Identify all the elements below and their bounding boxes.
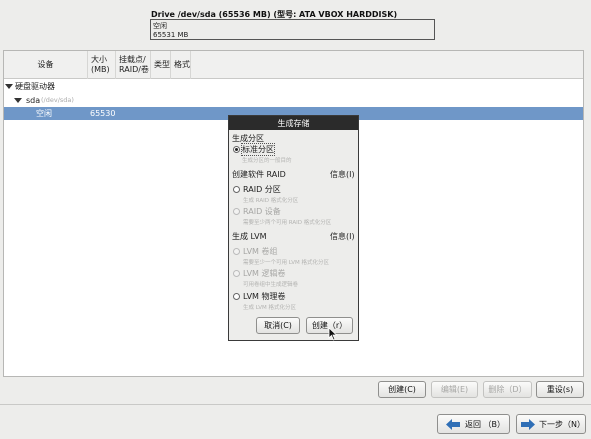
radio-standard-partition[interactable] bbox=[233, 146, 240, 153]
section-create-partition: 生成分区 bbox=[232, 134, 264, 143]
lvm-volume-group-hint: 需要至少一个可用 LVM 格式化分区 bbox=[243, 260, 329, 266]
standard-partition-hint: 生成分区的一般目的 bbox=[242, 158, 292, 164]
col-type[interactable]: 类型 bbox=[151, 51, 171, 79]
col-format[interactable]: 格式 bbox=[171, 51, 191, 79]
radio-lvm-volume-group[interactable] bbox=[233, 248, 240, 255]
table-row-disk[interactable]: sda (/dev/sda) bbox=[4, 94, 583, 107]
drive-header: Drive /dev/sda (65536 MB) (型号: ATA VBOX … bbox=[0, 0, 591, 47]
back-button-label: 返回 （B） bbox=[465, 419, 506, 429]
radio-lvm-logical-volume[interactable] bbox=[233, 270, 240, 277]
free-size: 65530 bbox=[90, 109, 116, 118]
dialog-cancel-button[interactable]: 取消(C) bbox=[256, 317, 300, 334]
separator bbox=[0, 404, 591, 405]
lvm-logical-volume-hint: 可用卷组中生成逻辑卷 bbox=[243, 282, 299, 288]
reset-button[interactable]: 重设(s) bbox=[536, 381, 584, 398]
raid-info-button[interactable]: 信息(I) bbox=[330, 169, 355, 180]
group-label: 硬盘驱动器 bbox=[15, 82, 55, 91]
radio-raid-partition[interactable] bbox=[233, 186, 240, 193]
edit-button[interactable]: 编辑(E) bbox=[431, 381, 478, 398]
lvm-physical-volume-hint: 生成 LVM 格式化分区 bbox=[243, 305, 296, 311]
next-button-label: 下一步（N） bbox=[539, 419, 585, 429]
create-button[interactable]: 创建(C) bbox=[378, 381, 426, 398]
table-row-group[interactable]: 硬盘驱动器 bbox=[4, 80, 583, 93]
create-storage-dialog: 生成存储 生成分区 标准分区 生成分区的一般目的 创建软件 RAID 信息(I)… bbox=[228, 115, 359, 341]
disk-path: (/dev/sda) bbox=[41, 96, 74, 104]
raid-partition-label[interactable]: RAID 分区 bbox=[243, 184, 281, 195]
section-software-raid: 创建软件 RAID bbox=[232, 170, 286, 179]
radio-raid-device[interactable] bbox=[233, 208, 240, 215]
disk-name: sda bbox=[26, 96, 41, 105]
lvm-physical-volume-label[interactable]: LVM 物理卷 bbox=[243, 291, 286, 302]
table-header: 设备 大小 (MB) 挂载点/ RAID/卷 类型 格式 bbox=[4, 51, 583, 79]
mouse-cursor-icon bbox=[328, 327, 338, 341]
expander-icon[interactable] bbox=[5, 84, 13, 89]
next-button[interactable]: 下一步（N） bbox=[516, 414, 586, 434]
lvm-volume-group-label[interactable]: LVM 卷组 bbox=[243, 246, 278, 257]
lvm-logical-volume-label[interactable]: LVM 逻辑卷 bbox=[243, 268, 286, 279]
drive-segment-label: 空闲 bbox=[153, 22, 167, 30]
raid-device-label[interactable]: RAID 设备 bbox=[243, 206, 281, 217]
back-button[interactable]: 返回 （B） bbox=[437, 414, 510, 434]
expander-icon[interactable] bbox=[14, 98, 22, 103]
col-size[interactable]: 大小 (MB) bbox=[88, 51, 116, 79]
free-label: 空闲 bbox=[36, 109, 52, 118]
section-lvm: 生成 LVM bbox=[232, 232, 267, 241]
delete-button[interactable]: 删除（D） bbox=[483, 381, 532, 398]
lvm-info-button[interactable]: 信息(I) bbox=[330, 231, 355, 242]
next-arrow-icon bbox=[521, 418, 535, 430]
col-mount[interactable]: 挂载点/ RAID/卷 bbox=[116, 51, 151, 79]
col-device[interactable]: 设备 bbox=[4, 51, 88, 79]
drive-usage-bar[interactable]: 空闲 65531 MB bbox=[150, 19, 435, 40]
dialog-title: 生成存储 bbox=[229, 116, 358, 130]
radio-lvm-physical-volume[interactable] bbox=[233, 293, 240, 300]
drive-segment-size: 65531 MB bbox=[153, 31, 189, 39]
raid-device-hint: 需要至少两个可用 RAID 格式化分区 bbox=[243, 220, 332, 226]
back-arrow-icon bbox=[446, 418, 460, 430]
drive-free-segment[interactable]: 空闲 65531 MB bbox=[152, 21, 433, 39]
raid-partition-hint: 生成 RAID 格式化分区 bbox=[243, 198, 299, 204]
standard-partition-label[interactable]: 标准分区 bbox=[241, 143, 275, 156]
